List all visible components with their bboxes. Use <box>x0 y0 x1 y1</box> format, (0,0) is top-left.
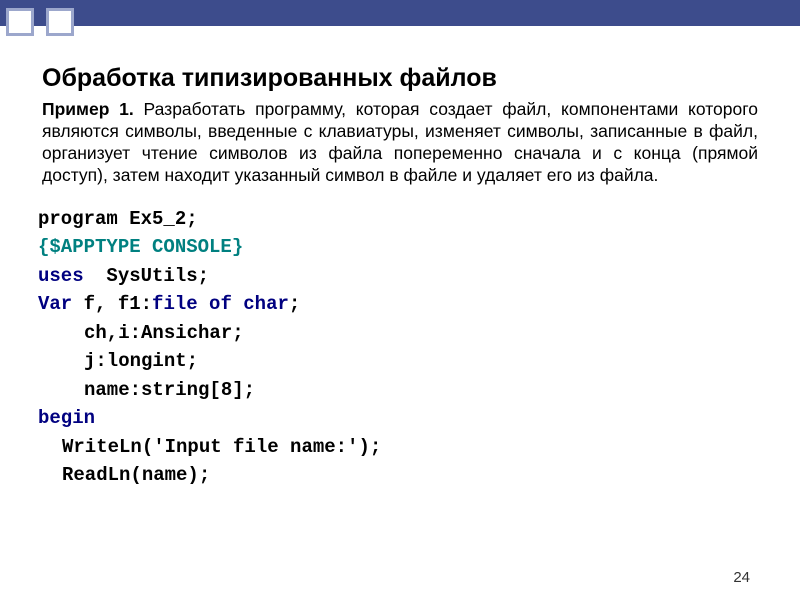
code-text: f, f1: <box>72 293 152 315</box>
header-bar <box>0 0 800 26</box>
keyword: file of char <box>152 293 289 315</box>
example-paragraph: Пример 1. Разработать программу, которая… <box>36 99 764 187</box>
decorative-squares <box>6 8 74 36</box>
square-icon <box>6 8 34 36</box>
keyword: uses <box>38 265 84 287</box>
slide-title: Обработка типизированных файлов <box>36 64 764 93</box>
code-line: name:string[8]; <box>38 376 764 405</box>
code-line: ch,i:Ansichar; <box>38 319 764 348</box>
page-number: 24 <box>733 569 750 586</box>
slide-content: Обработка типизированных файлов Пример 1… <box>0 26 800 490</box>
example-label: Пример 1. <box>42 99 134 119</box>
code-line: Var f, f1:file of char; <box>38 290 764 319</box>
square-icon <box>46 8 74 36</box>
code-line: {$APPTYPE CONSOLE} <box>38 233 764 262</box>
code-line: begin <box>38 404 764 433</box>
example-text: Разработать программу, которая создает ф… <box>42 99 758 185</box>
code-line: WriteLn('Input file name:'); <box>38 433 764 462</box>
keyword: Var <box>38 293 72 315</box>
code-line: j:longint; <box>38 347 764 376</box>
code-line: program Ex5_2; <box>38 205 764 234</box>
code-text: SysUtils; <box>84 265 209 287</box>
code-block: program Ex5_2; {$APPTYPE CONSOLE} uses S… <box>36 205 764 490</box>
code-line: uses SysUtils; <box>38 262 764 291</box>
code-line: ReadLn(name); <box>38 461 764 490</box>
code-text: ; <box>289 293 300 315</box>
